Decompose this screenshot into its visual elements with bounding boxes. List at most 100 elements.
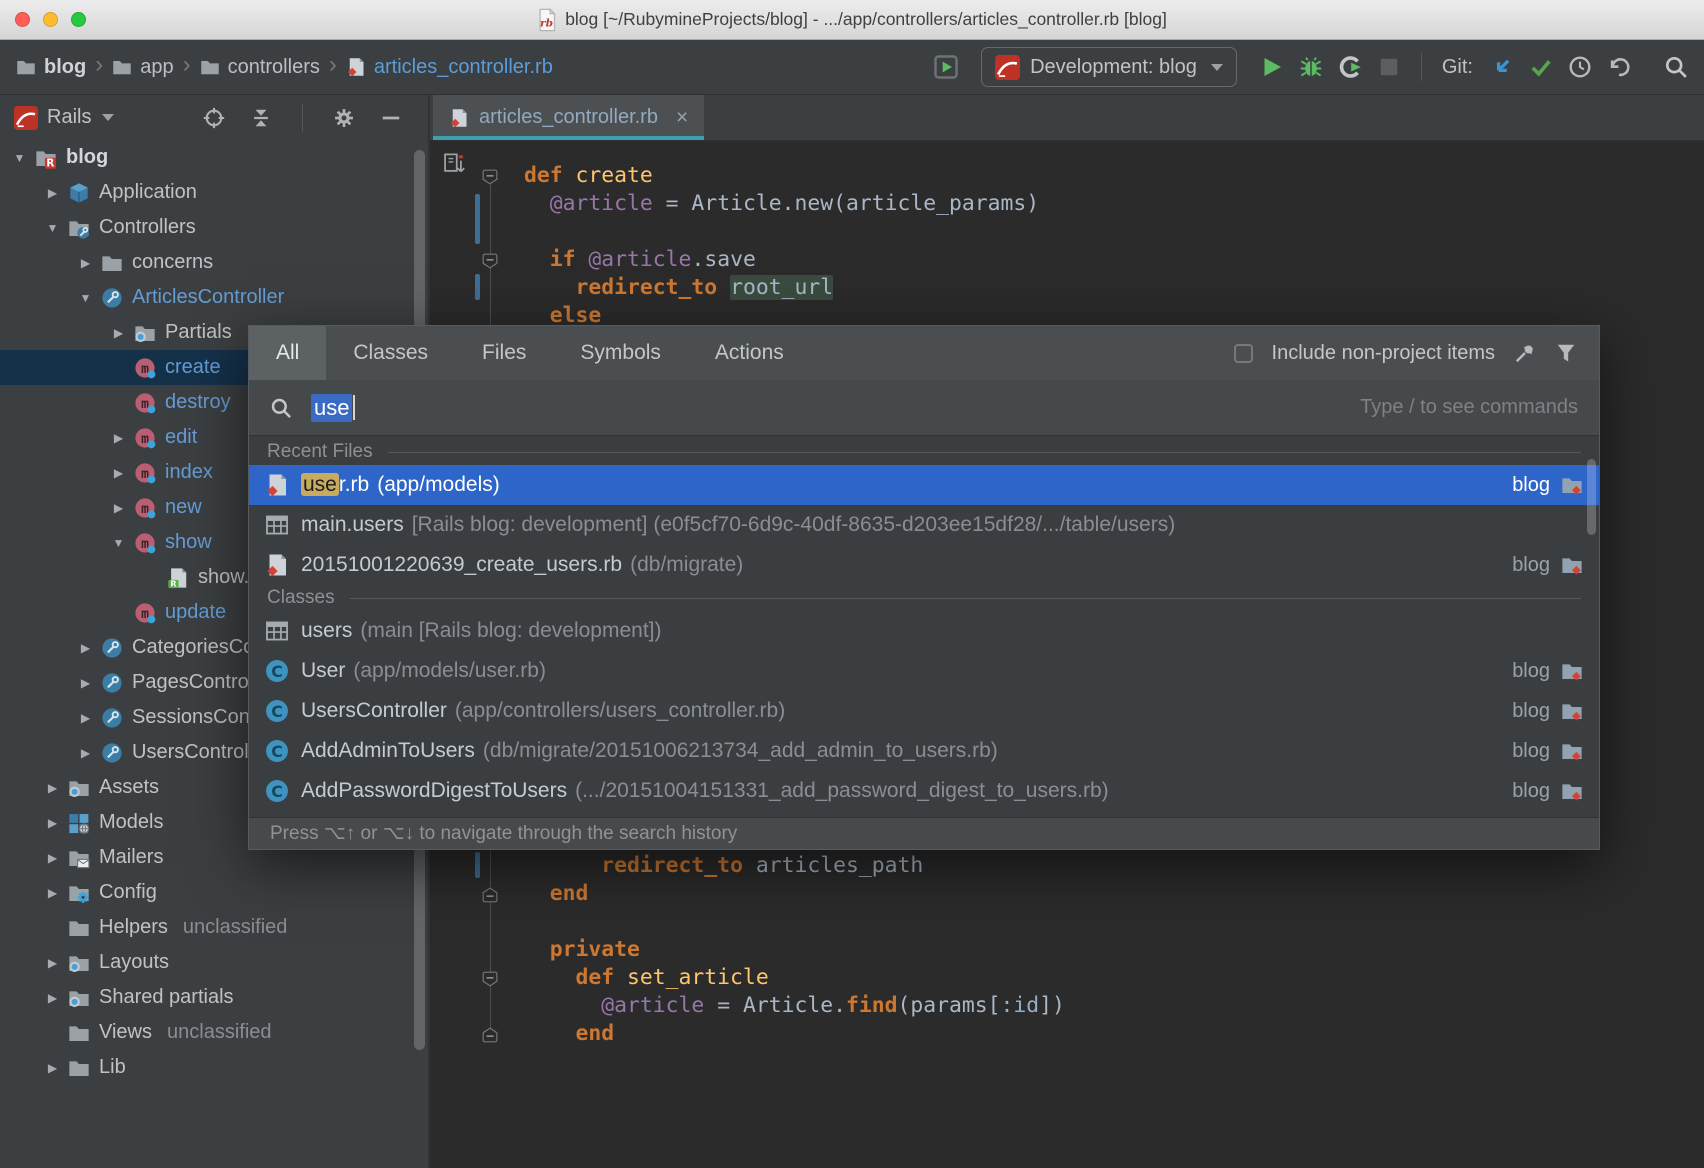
search-tab-symbols[interactable]: Symbols	[553, 326, 688, 380]
locate-file-icon[interactable]	[203, 107, 225, 129]
search-tab-files[interactable]: Files	[455, 326, 553, 380]
results-scrollbar[interactable]	[1587, 459, 1596, 535]
tab-articles-controller[interactable]: articles_controller.rb ×	[433, 95, 705, 140]
breadcrumb-item[interactable]: app	[112, 56, 174, 79]
git-commit-button[interactable]	[1529, 55, 1553, 79]
result-row[interactable]: 20151001220639_create_users.rb (db/migrat…	[249, 545, 1599, 585]
method-icon: m	[134, 497, 156, 519]
run-button[interactable]	[1260, 55, 1284, 79]
tree-item-controllers[interactable]: ▼ Controllers	[0, 210, 428, 245]
search-everywhere-icon[interactable]	[1664, 55, 1688, 79]
class-icon: C	[265, 699, 289, 723]
chevron-down-icon[interactable]: ▼	[78, 291, 93, 305]
tree-item-helpers[interactable]: Helpers unclassified	[0, 910, 428, 945]
chevron-right-icon[interactable]: ▶	[45, 186, 60, 200]
git-update-button[interactable]	[1490, 55, 1514, 79]
chevron-right-icon[interactable]: ▶	[78, 746, 93, 760]
tree-item-lib[interactable]: ▶ Lib	[0, 1050, 428, 1085]
cube-icon	[68, 182, 90, 204]
svg-text:rb: rb	[540, 16, 553, 29]
tree-item-application[interactable]: ▶ Application	[0, 175, 428, 210]
chevron-right-icon[interactable]: ▶	[111, 431, 126, 445]
tree-item-shared-partials[interactable]: ▶ Shared partials	[0, 980, 428, 1015]
include-non-project-checkbox[interactable]	[1233, 343, 1253, 363]
fold-end-icon[interactable]	[482, 887, 498, 903]
controller-icon	[101, 672, 123, 694]
result-row[interactable]: C UsersController (app/controllers/users_c…	[249, 691, 1599, 731]
chevron-right-icon[interactable]: ▶	[45, 781, 60, 795]
search-tab-all[interactable]: All	[249, 326, 327, 380]
chevron-right-icon[interactable]: ▶	[78, 676, 93, 690]
chevron-down-icon[interactable]	[102, 114, 115, 121]
tab-label: articles_controller.rb	[479, 106, 658, 128]
module-folder-icon	[1561, 700, 1583, 722]
chevron-down-icon[interactable]: ▼	[12, 151, 27, 165]
chevron-down-icon[interactable]: ▼	[45, 221, 60, 235]
search-input[interactable]: use Type / to see commands	[249, 380, 1599, 436]
rollback-button[interactable]	[1607, 55, 1631, 79]
result-row[interactable]: C User (app/models/user.rb) blog	[249, 651, 1599, 691]
run-tool-window-icon[interactable]	[934, 55, 958, 79]
result-row[interactable]: user.rb (app/models) blog	[249, 465, 1599, 505]
breadcrumb-item[interactable]: blog	[16, 56, 86, 79]
tree-item-views[interactable]: Views unclassified	[0, 1015, 428, 1050]
tree-item-layouts[interactable]: ▶ Layouts	[0, 945, 428, 980]
pin-icon[interactable]	[1514, 342, 1536, 364]
breadcrumb-item[interactable]: articles_controller.rb	[346, 56, 553, 79]
chevron-right-icon[interactable]: ▶	[78, 256, 93, 270]
chevron-right-icon[interactable]: ▶	[45, 991, 60, 1005]
search-icon	[270, 397, 292, 419]
search-tab-classes[interactable]: Classes	[326, 326, 455, 380]
tree-item-concerns[interactable]: ▶ concerns	[0, 245, 428, 280]
scroll-to-source-icon[interactable]	[443, 153, 465, 175]
fold-icon[interactable]	[482, 253, 498, 269]
chevron-right-icon[interactable]: ▶	[78, 641, 93, 655]
search-tab-actions[interactable]: Actions	[688, 326, 811, 380]
chevron-right-icon[interactable]: ▶	[45, 851, 60, 865]
close-icon[interactable]: ×	[676, 107, 688, 128]
stop-button[interactable]	[1377, 55, 1401, 79]
breadcrumb-item[interactable]: controllers	[200, 56, 320, 79]
class-icon: C	[265, 659, 289, 683]
chevron-right-icon[interactable]: ▶	[111, 466, 126, 480]
result-row[interactable]: main.users [Rails blog: development] (e0f…	[249, 505, 1599, 545]
run-configuration-select[interactable]: Development: blog	[981, 47, 1237, 87]
fold-icon[interactable]	[482, 971, 498, 987]
gear-icon[interactable]	[333, 107, 355, 129]
history-button[interactable]	[1568, 55, 1592, 79]
chevron-right-icon[interactable]: ▶	[111, 326, 126, 340]
code-line: end	[575, 1021, 615, 1046]
svg-text:C: C	[271, 662, 283, 681]
chevron-right-icon[interactable]: ▶	[45, 886, 60, 900]
tree-item-articlescontroller[interactable]: ▼ ArticlesController	[0, 280, 428, 315]
tree-item-config[interactable]: ▶ Config	[0, 875, 428, 910]
filter-icon[interactable]	[1555, 342, 1577, 364]
chevron-right-icon[interactable]: ▶	[45, 816, 60, 830]
chevron-right-icon[interactable]: ▶	[45, 956, 60, 970]
project-view-title[interactable]: Rails	[47, 106, 91, 129]
method-icon: m	[134, 392, 156, 414]
folder-icon	[112, 57, 132, 77]
chevron-right-icon[interactable]: ▶	[111, 501, 126, 515]
hide-panel-icon[interactable]	[380, 107, 402, 129]
text-caret	[353, 395, 356, 420]
fold-icon[interactable]	[482, 169, 498, 185]
chevron-right-icon[interactable]: ▶	[78, 711, 93, 725]
tree-item-blog[interactable]: ▼ Rblog	[0, 140, 428, 175]
debug-button[interactable]	[1299, 55, 1323, 79]
chevron-right-icon[interactable]: ▶	[45, 1061, 60, 1075]
chevron-down-icon[interactable]: ▼	[111, 536, 126, 550]
result-row[interactable]: users (main [Rails blog: development])	[249, 611, 1599, 651]
svg-text:C: C	[271, 742, 283, 761]
collapse-all-icon[interactable]	[250, 107, 272, 129]
models-icon	[68, 812, 90, 834]
folder-views-icon	[68, 987, 90, 1009]
result-row[interactable]: C AddAdminToUsers (db/migrate/201510062137…	[249, 731, 1599, 771]
folder-config-icon	[68, 882, 90, 904]
folder-views-icon	[68, 952, 90, 974]
search-popup-header: All Classes Files Symbols Actions Include no…	[249, 326, 1599, 380]
fold-end-icon[interactable]	[482, 1027, 498, 1043]
run-with-coverage-button[interactable]	[1338, 55, 1362, 79]
toolbar-actions: Development: blog Git:	[934, 47, 1688, 87]
result-row[interactable]: C AddPasswordDigestToUsers (.../2015100415…	[249, 771, 1599, 811]
